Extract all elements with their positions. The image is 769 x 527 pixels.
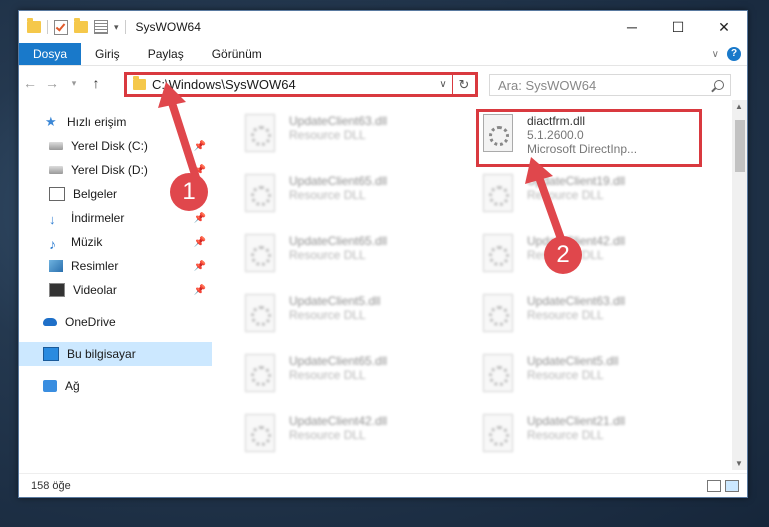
step-1-badge: 1 — [170, 173, 208, 211]
arrow-1-head — [158, 82, 186, 108]
annotation-arrows — [158, 82, 569, 254]
arrow-2-head — [525, 157, 553, 184]
step-2-badge: 2 — [544, 236, 582, 274]
